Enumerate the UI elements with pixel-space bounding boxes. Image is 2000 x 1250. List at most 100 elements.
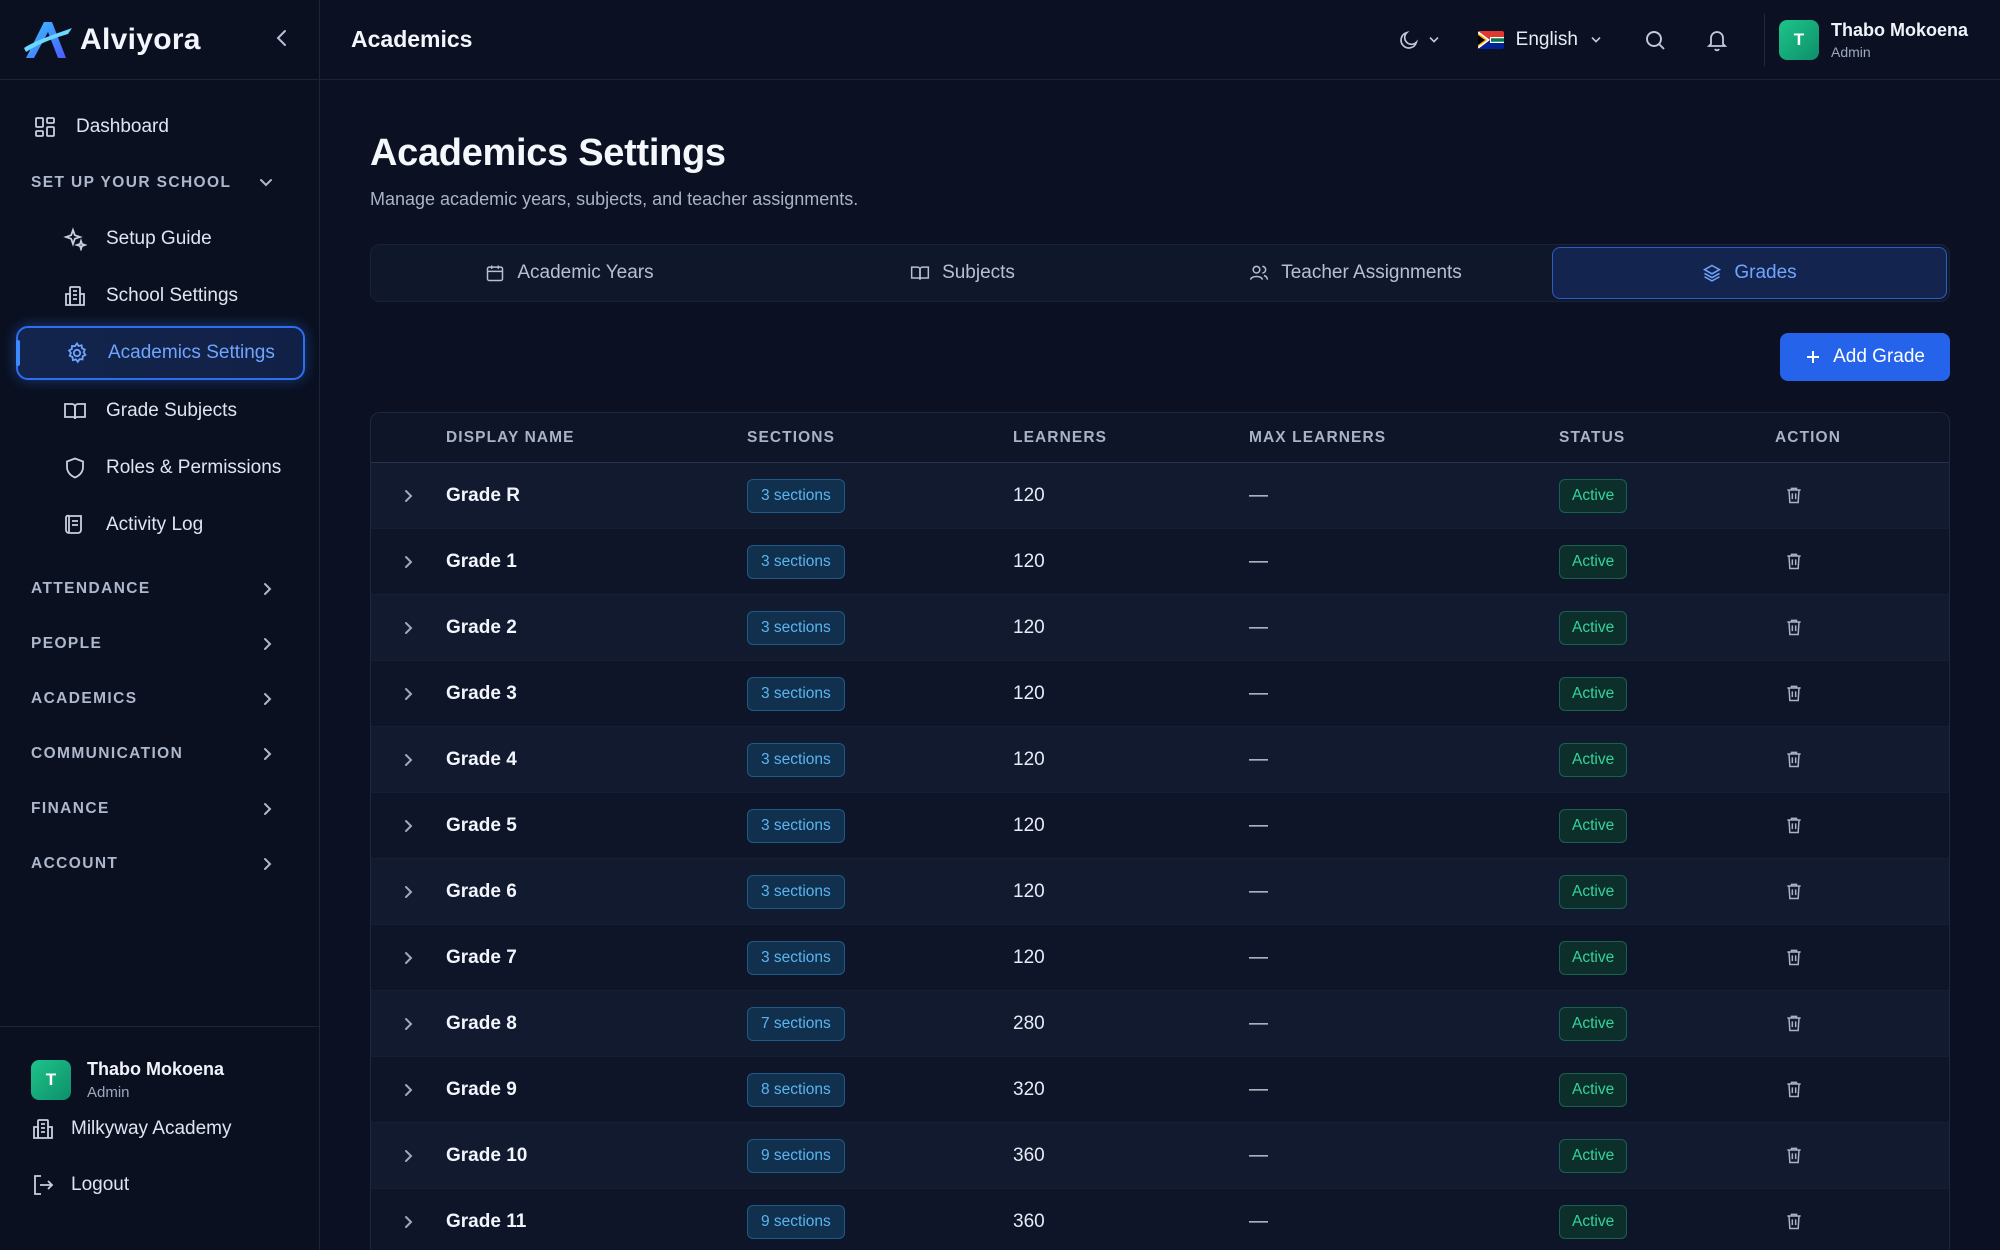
expand-row-button[interactable] bbox=[371, 687, 446, 701]
expand-row-button[interactable] bbox=[371, 489, 446, 503]
sidebar-user[interactable]: T Thabo Mokoena Admin bbox=[0, 1027, 320, 1101]
trash-icon bbox=[1787, 751, 1801, 768]
status-badge: Active bbox=[1559, 1072, 1628, 1107]
expand-row-button[interactable] bbox=[371, 951, 446, 965]
expand-row-button[interactable] bbox=[371, 753, 446, 767]
sections-badge[interactable]: 7 sections bbox=[747, 1006, 845, 1041]
sidebar-nav: Dashboard SET UP YOUR SCHOOL Setup Guide… bbox=[0, 80, 319, 891]
top-user-menu[interactable]: T Thabo Mokoena Admin bbox=[1763, 13, 1968, 66]
max-learners: — bbox=[1249, 484, 1268, 506]
table-row[interactable]: Grade 8 7 sections 280 — Active bbox=[371, 991, 1949, 1057]
delete-grade-button[interactable] bbox=[1779, 1206, 1809, 1236]
expand-row-button[interactable] bbox=[371, 621, 446, 635]
table-row[interactable]: Grade 4 3 sections 120 — Active bbox=[371, 727, 1949, 793]
tab-subjects[interactable]: Subjects bbox=[766, 247, 1159, 299]
expand-row-button[interactable] bbox=[371, 1083, 446, 1097]
tab-academic-years[interactable]: Academic Years bbox=[373, 247, 766, 299]
column-header[interactable]: LEARNERS bbox=[1013, 429, 1249, 447]
sidebar-item-academics-settings[interactable]: Academics Settings bbox=[16, 326, 305, 380]
sections-badge[interactable]: 3 sections bbox=[747, 610, 845, 645]
section-finance[interactable]: FINANCE bbox=[0, 781, 319, 836]
language-selector[interactable]: English bbox=[1477, 29, 1602, 51]
sidebar-item-activity-log[interactable]: Activity Log bbox=[0, 496, 319, 553]
add-grade-button[interactable]: Add Grade bbox=[1780, 333, 1950, 381]
expand-row-button[interactable] bbox=[371, 819, 446, 833]
table-row[interactable]: Grade 1 3 sections 120 — Active bbox=[371, 529, 1949, 595]
tab-teacher-assignments[interactable]: Teacher Assignments bbox=[1159, 247, 1552, 299]
status-badge: Active bbox=[1559, 676, 1628, 711]
delete-grade-button[interactable] bbox=[1779, 1140, 1809, 1170]
sections-badge[interactable]: 3 sections bbox=[747, 808, 845, 843]
section-setup-your-school[interactable]: SET UP YOUR SCHOOL bbox=[0, 155, 319, 210]
chevron-right-icon bbox=[264, 802, 272, 815]
search-button[interactable] bbox=[1640, 25, 1670, 55]
section-account[interactable]: ACCOUNT bbox=[0, 836, 319, 891]
sidebar-item-roles-permissions[interactable]: Roles & Permissions bbox=[0, 439, 319, 496]
sections-badge[interactable]: 3 sections bbox=[747, 742, 845, 777]
logo[interactable]: Alviyora bbox=[22, 18, 201, 62]
section-academics[interactable]: ACADEMICS bbox=[0, 671, 319, 726]
logout-button[interactable]: Logout bbox=[0, 1157, 320, 1213]
chevron-right-icon bbox=[404, 1083, 412, 1096]
sections-badge[interactable]: 8 sections bbox=[747, 1072, 845, 1107]
trash-icon bbox=[1787, 685, 1801, 702]
school-switcher[interactable]: Milkyway Academy bbox=[0, 1101, 320, 1157]
table-row[interactable]: Grade 5 3 sections 120 — Active bbox=[371, 793, 1949, 859]
sections-badge[interactable]: 3 sections bbox=[747, 940, 845, 975]
sections-badge[interactable]: 9 sections bbox=[747, 1204, 845, 1239]
delete-grade-button[interactable] bbox=[1779, 612, 1809, 642]
table-row[interactable]: Grade 6 3 sections 120 — Active bbox=[371, 859, 1949, 925]
column-header[interactable]: STATUS bbox=[1559, 429, 1775, 447]
sections-badge[interactable]: 3 sections bbox=[747, 676, 845, 711]
delete-grade-button[interactable] bbox=[1779, 480, 1809, 510]
section-communication[interactable]: COMMUNICATION bbox=[0, 726, 319, 781]
column-header[interactable]: SECTIONS bbox=[747, 429, 1013, 447]
delete-grade-button[interactable] bbox=[1779, 810, 1809, 840]
expand-row-button[interactable] bbox=[371, 1215, 446, 1229]
collapse-sidebar-button[interactable] bbox=[267, 24, 297, 55]
table-row[interactable]: Grade 2 3 sections 120 — Active bbox=[371, 595, 1949, 661]
expand-row-button[interactable] bbox=[371, 1149, 446, 1163]
column-header[interactable]: MAX LEARNERS bbox=[1249, 429, 1559, 447]
section-attendance[interactable]: ATTENDANCE bbox=[0, 561, 319, 616]
section-people[interactable]: PEOPLE bbox=[0, 616, 319, 671]
delete-grade-button[interactable] bbox=[1779, 942, 1809, 972]
trash-icon bbox=[1787, 817, 1801, 834]
grade-name: Grade 6 bbox=[446, 880, 517, 902]
sidebar-item-setup-guide[interactable]: Setup Guide bbox=[0, 210, 319, 267]
sections-badge[interactable]: 3 sections bbox=[747, 874, 845, 909]
sidebar-item-grade-subjects[interactable]: Grade Subjects bbox=[0, 382, 319, 439]
section-label: ACADEMICS bbox=[31, 689, 138, 707]
tab-label: Grades bbox=[1734, 262, 1797, 283]
expand-row-button[interactable] bbox=[371, 1017, 446, 1031]
expand-row-button[interactable] bbox=[371, 555, 446, 569]
table-row[interactable]: Grade 10 9 sections 360 — Active bbox=[371, 1123, 1949, 1189]
expand-row-button[interactable] bbox=[371, 885, 446, 899]
chevron-down-icon bbox=[1429, 36, 1439, 43]
table-row[interactable]: Grade 9 8 sections 320 — Active bbox=[371, 1057, 1949, 1123]
notifications-button[interactable] bbox=[1702, 25, 1732, 55]
table-row[interactable]: Grade 7 3 sections 120 — Active bbox=[371, 925, 1949, 991]
column-header[interactable]: DISPLAY NAME bbox=[446, 429, 747, 447]
chevron-down-icon bbox=[1591, 36, 1601, 43]
gear-icon bbox=[64, 340, 90, 366]
delete-grade-button[interactable] bbox=[1779, 1074, 1809, 1104]
delete-grade-button[interactable] bbox=[1779, 876, 1809, 906]
sections-badge[interactable]: 3 sections bbox=[747, 478, 845, 513]
sidebar-item-dashboard[interactable]: Dashboard bbox=[0, 98, 319, 155]
table-row[interactable]: Grade 3 3 sections 120 — Active bbox=[371, 661, 1949, 727]
delete-grade-button[interactable] bbox=[1779, 1008, 1809, 1038]
page-title: Academics Settings bbox=[370, 132, 726, 174]
sections-badge[interactable]: 9 sections bbox=[747, 1138, 845, 1173]
table-row[interactable]: Grade 11 9 sections 360 — Active bbox=[371, 1189, 1949, 1250]
chevron-right-icon bbox=[404, 819, 412, 832]
delete-grade-button[interactable] bbox=[1779, 744, 1809, 774]
delete-grade-button[interactable] bbox=[1779, 678, 1809, 708]
sections-badge[interactable]: 3 sections bbox=[747, 544, 845, 579]
delete-grade-button[interactable] bbox=[1779, 546, 1809, 576]
sidebar-item-school-settings[interactable]: School Settings bbox=[0, 267, 319, 324]
max-learners: — bbox=[1249, 682, 1268, 704]
table-row[interactable]: Grade R 3 sections 120 — Active bbox=[371, 463, 1949, 529]
tab-grades[interactable]: Grades bbox=[1552, 247, 1947, 299]
theme-toggle-button[interactable] bbox=[1398, 29, 1440, 51]
